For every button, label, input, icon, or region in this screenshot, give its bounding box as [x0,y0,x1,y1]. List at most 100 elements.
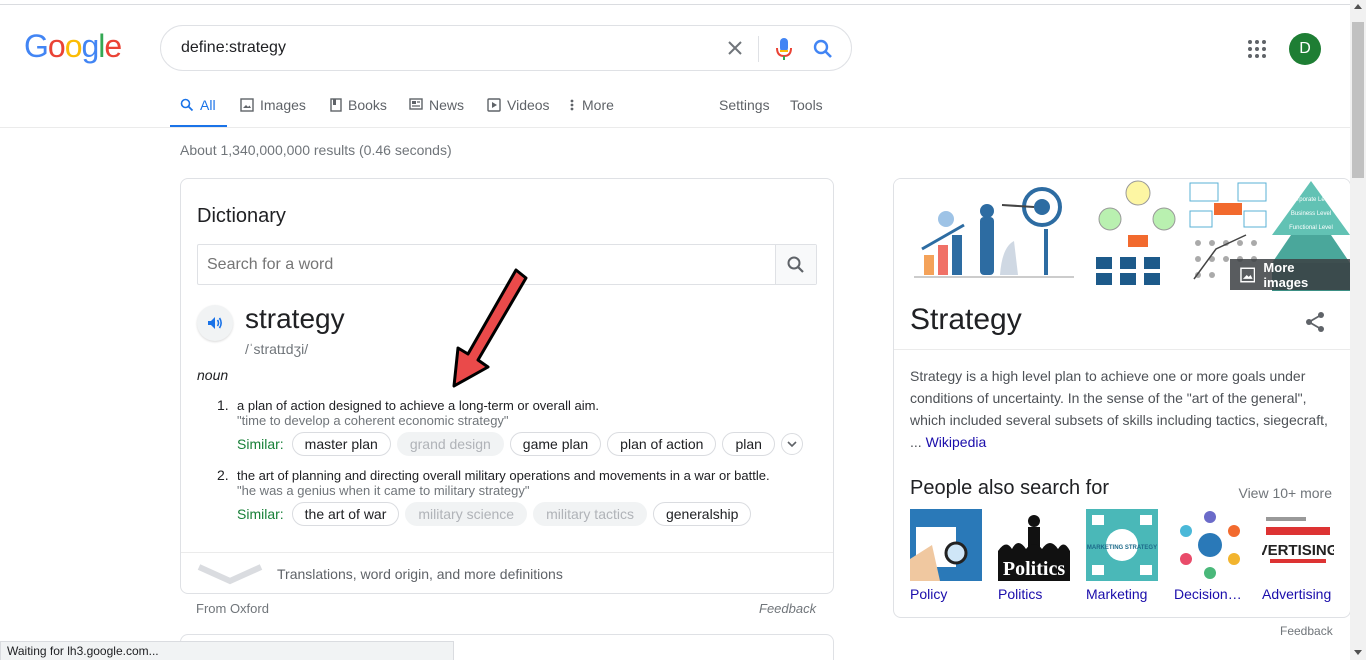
definition-text: a plan of action designed to achieve a l… [237,398,600,413]
more-images-label: More images [1263,259,1309,290]
image-icon [1240,267,1256,282]
definition-number: 1. [217,397,229,413]
chevron-down-icon[interactable] [780,433,803,455]
browser-top-border [0,0,1366,5]
feedback-link[interactable]: Feedback [1280,624,1333,638]
pronunciation-button[interactable] [197,305,233,341]
more-definitions-link[interactable]: Translations, word origin, and more defi… [197,563,563,585]
panel-divider [894,349,1350,350]
tab-label: Tools [790,97,823,113]
definition-example: "he was a genius when it came to militar… [237,483,530,498]
scroll-up-arrow-icon[interactable] [1354,4,1362,9]
share-icon[interactable] [1304,311,1326,338]
search-input[interactable] [181,37,701,59]
search-icon [787,256,804,273]
similar-words: Similar: the art of war military science… [237,501,752,527]
related-entity[interactable]: Politics Politics [998,509,1072,602]
search-divider [758,36,759,62]
entity-title: Strategy [910,303,1022,336]
annotation-arrow [452,268,528,388]
chevron-down-icon [197,564,263,585]
search-tabs: All Images Books News Videos More Settin… [170,96,850,128]
similar-label: Similar: [237,506,284,522]
related-label: Policy [910,586,948,602]
browser-status-bar: Waiting for lh3.google.com... [0,641,454,660]
synonym-chip[interactable]: military science [405,502,528,526]
tab-all[interactable]: All [170,96,227,128]
related-thumbnail [1174,509,1246,581]
related-thumbnail [910,509,982,581]
account-avatar[interactable]: D [1289,33,1321,65]
tab-label: Images [260,97,306,113]
tab-books[interactable]: Books [330,96,387,128]
search-icon [180,98,194,112]
definition-text: the art of planning and directing overal… [237,468,770,483]
thumbnail-caption: VERTISING [1262,542,1334,559]
people-also-search-heading: People also search for [910,477,1110,499]
view-more-link[interactable]: View 10+ more [1238,485,1332,501]
related-label: Politics [998,586,1043,602]
phonetic: /ˈstratɪdʒi/ [245,341,309,357]
related-entity[interactable]: VERTISING Advertising [1262,509,1336,602]
tabs-divider [0,127,1350,128]
related-thumbnail: Politics [998,509,1070,581]
tab-label: Books [348,97,387,113]
dictionary-search-button[interactable] [775,245,816,284]
scrollbar-thumb[interactable] [1352,22,1364,178]
synonym-chip[interactable]: plan [722,432,775,456]
tab-label: News [429,97,465,113]
feedback-link[interactable]: Feedback [759,601,816,616]
apps-grid-icon[interactable] [1248,40,1266,58]
dictionary-title: Dictionary [197,205,286,227]
clear-icon[interactable] [725,38,745,58]
microphone-icon[interactable] [773,36,795,62]
synonym-chip[interactable]: the art of war [291,502,400,526]
logo-letter: G [24,28,49,64]
wikipedia-link[interactable]: Wikipedia [926,434,987,450]
scrollbar[interactable] [1350,0,1366,660]
google-logo[interactable]: Google [24,28,122,65]
news-icon [409,98,423,110]
image-strip[interactable]: Corporate Level Business Level Functiona… [894,179,1350,291]
image-caption: Functional Level [1289,225,1333,231]
image-caption: Corporate Level [1290,197,1333,203]
synonym-chip[interactable]: master plan [291,432,391,456]
more-vert-icon [570,99,574,111]
book-icon [330,98,342,112]
synonym-chip[interactable]: military tactics [533,502,647,526]
definition-number: 2. [217,467,229,483]
tab-label: Videos [507,97,550,113]
related-label: Marketing [1086,586,1148,602]
more-images-button[interactable]: More images [1230,259,1350,290]
thumbnail-caption: MARKETING STRATEGY [1087,545,1157,551]
tab-images[interactable]: Images [240,96,306,128]
tab-news[interactable]: News [409,96,464,128]
synonym-chip[interactable]: generalship [652,502,752,526]
search-icon[interactable] [811,37,835,61]
related-thumbnail: VERTISING [1262,509,1334,581]
logo-letter: o [64,28,83,64]
tab-more[interactable]: More [570,96,614,128]
search-box [160,25,852,71]
related-label: Advertising [1262,586,1332,602]
logo-letter: e [104,28,122,64]
image-caption: Business Level [1291,211,1331,217]
tab-videos[interactable]: Videos [487,96,550,128]
definition-example: "time to develop a coherent economic str… [237,413,509,428]
synonym-chip[interactable]: plan of action [607,432,717,456]
logo-letter: g [81,28,99,64]
tab-settings[interactable]: Settings [719,96,770,128]
synonym-chip[interactable]: game plan [509,432,602,456]
related-entity[interactable]: MARKETING STRATEGY Marketing [1086,509,1160,602]
logo-letter: o [47,28,66,64]
related-thumbnail: MARKETING STRATEGY [1086,509,1158,581]
strategy-image-1[interactable] [894,179,1090,291]
video-icon [487,98,501,112]
strategy-image-2[interactable] [1094,179,1182,291]
related-entity[interactable]: Policy [910,509,984,602]
tab-tools[interactable]: Tools [790,96,823,128]
related-entity[interactable]: Decision… [1174,509,1248,602]
scroll-down-arrow-icon[interactable] [1354,650,1362,655]
part-of-speech: noun [197,367,229,383]
synonym-chip[interactable]: grand design [396,432,504,456]
